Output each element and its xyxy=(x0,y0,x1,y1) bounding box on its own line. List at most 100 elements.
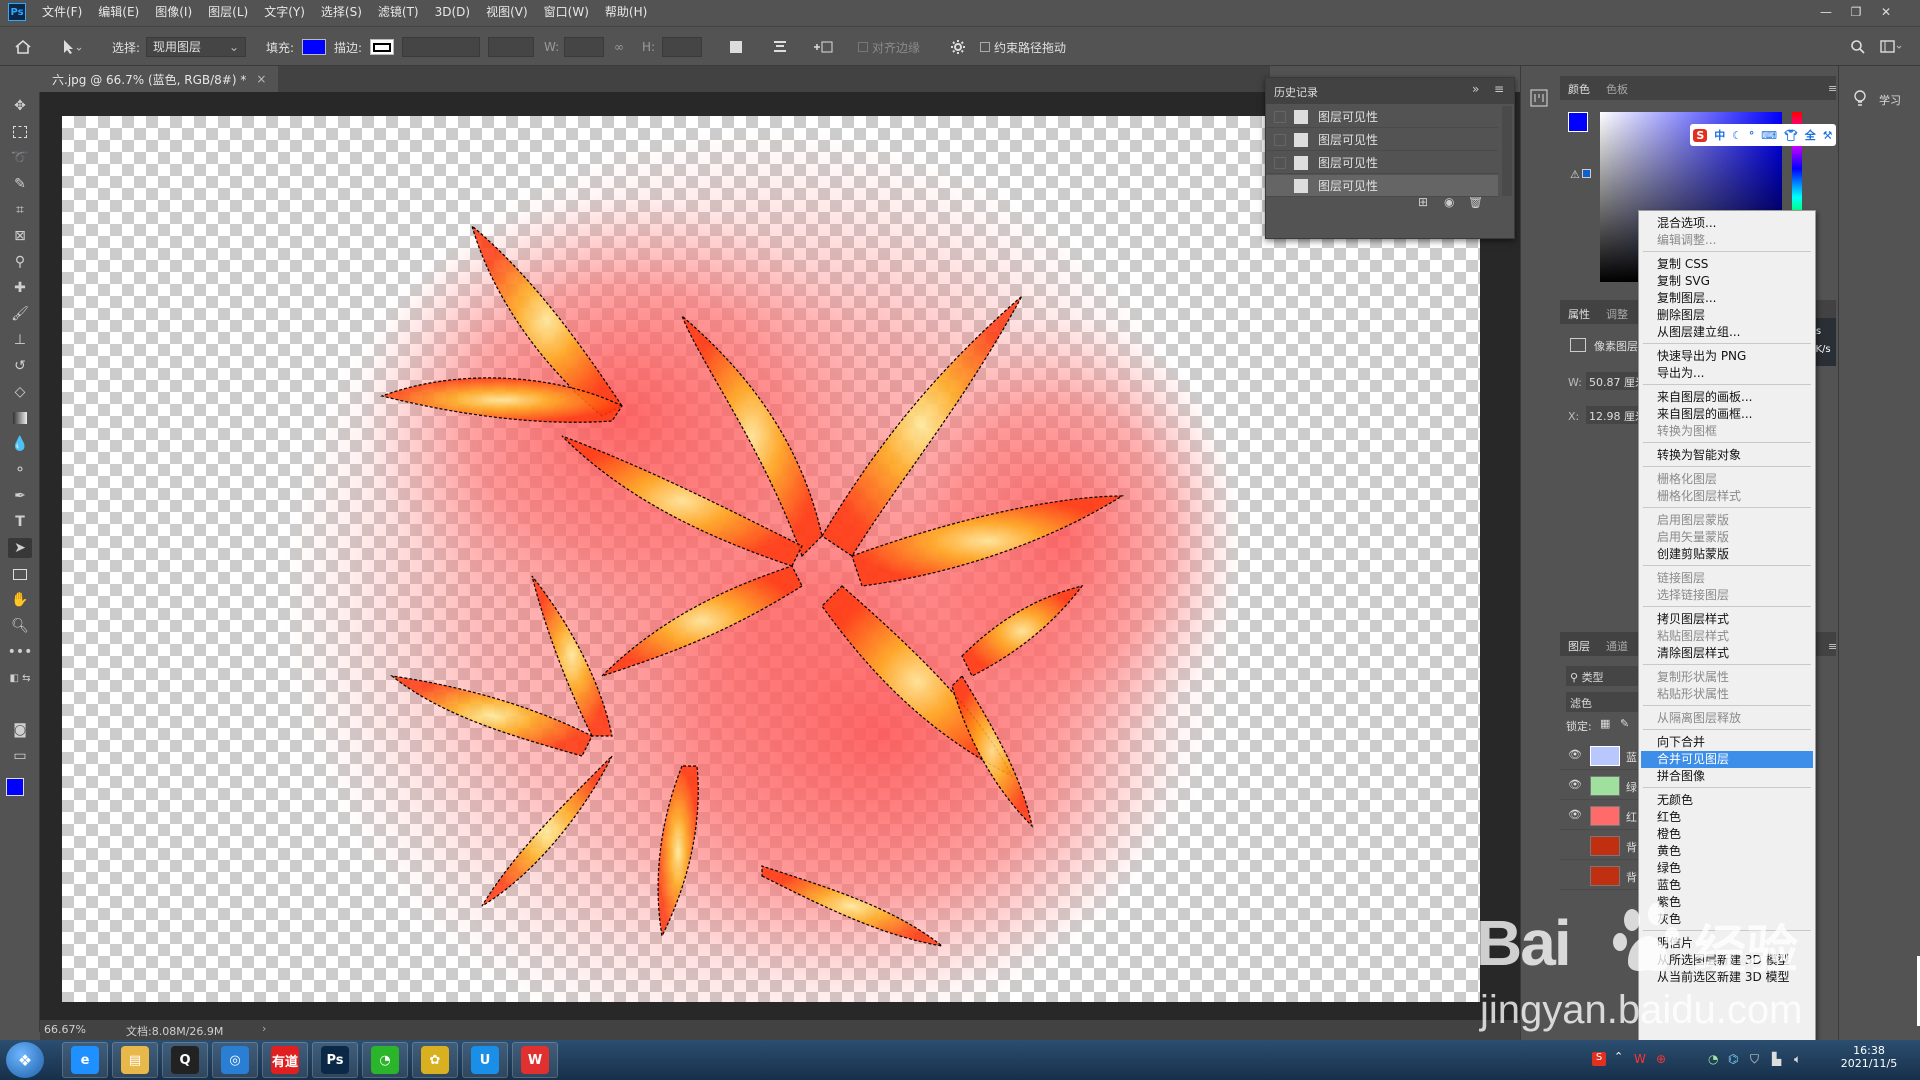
taskbar-app-sunflower[interactable]: ✿ xyxy=(412,1042,458,1078)
zoom-tool-icon[interactable]: 🔍︎ xyxy=(8,616,32,636)
taskbar-app-wechat[interactable]: ◔ xyxy=(362,1042,408,1078)
context-menu-item[interactable]: 复制 CSS xyxy=(1641,256,1813,273)
context-menu-item[interactable]: 紫色 xyxy=(1641,894,1813,911)
menu-item[interactable]: 选择(S) xyxy=(313,0,370,24)
brush-tool-icon[interactable]: 🖌 xyxy=(8,304,32,324)
history-source-box[interactable] xyxy=(1274,179,1286,192)
gamut-warning-icon[interactable]: ⚠ xyxy=(1570,168,1591,181)
moon-icon[interactable]: ☾ xyxy=(1732,129,1742,142)
history-state-row[interactable]: 图层可见性 xyxy=(1266,152,1498,174)
clock[interactable]: 16:38 2021/11/5 xyxy=(1840,1044,1898,1070)
fill-color-swatch[interactable] xyxy=(302,39,326,55)
zoom-level[interactable]: 66.67% xyxy=(44,1023,86,1036)
context-menu-item[interactable]: 创建剪贴蒙版 xyxy=(1641,546,1813,563)
start-button-icon[interactable]: ❖ xyxy=(6,1042,44,1078)
path-operations-icon[interactable] xyxy=(730,27,742,67)
taskbar-app-wps[interactable]: W xyxy=(512,1042,558,1078)
path-arrangement-icon[interactable] xyxy=(812,27,834,67)
tab-swatches[interactable]: 色板 xyxy=(1606,81,1628,97)
lock-brush-icon[interactable]: ✎ xyxy=(1620,717,1629,730)
stroke-color-swatch[interactable] xyxy=(370,39,394,55)
search-icon[interactable] xyxy=(1850,27,1866,67)
context-menu-item[interactable]: 复制图层... xyxy=(1641,290,1813,307)
layer-row[interactable]: 👁︎ 背 xyxy=(1560,862,1644,890)
menu-item[interactable]: 图像(I) xyxy=(147,0,200,24)
panel-menu-icon[interactable]: ≡ xyxy=(1494,82,1504,96)
wrench-icon[interactable]: ⚒ xyxy=(1823,129,1833,142)
close-tab-icon[interactable]: × xyxy=(256,72,266,86)
tab-color[interactable]: 颜色 xyxy=(1568,81,1590,97)
move-tool-icon[interactable]: ✥ xyxy=(8,96,32,116)
menu-item[interactable]: 滤镜(T) xyxy=(370,0,427,24)
context-menu-item[interactable]: 从图层建立组... xyxy=(1641,324,1813,341)
eyedropper-tool-icon[interactable]: ⚲ xyxy=(8,252,32,272)
context-menu-item[interactable]: 来自图层的画框... xyxy=(1641,406,1813,423)
trash-icon[interactable]: 🗑︎ xyxy=(1468,195,1483,209)
gradient-tool-icon[interactable] xyxy=(8,408,32,428)
taskbar-app-youdao[interactable]: 有道 xyxy=(262,1042,308,1078)
context-menu-item[interactable]: 从所选图层新建 3D 模型 xyxy=(1641,952,1813,969)
history-state-row[interactable]: 图层可见性 xyxy=(1266,129,1498,151)
link-icon[interactable]: ∞ xyxy=(614,27,624,67)
context-menu-item[interactable]: 向下合并 xyxy=(1641,734,1813,751)
context-menu-item[interactable]: 导出为... xyxy=(1641,365,1813,382)
context-menu-item[interactable]: 橙色 xyxy=(1641,826,1813,843)
prop-x-input[interactable]: 12.98 厘米 xyxy=(1586,406,1646,424)
default-colors-icon[interactable]: ◧ ⇆ xyxy=(8,668,32,688)
screen-mode-icon[interactable]: ▭ xyxy=(8,746,32,766)
home-icon[interactable] xyxy=(14,27,32,67)
taskbar-app-ie[interactable]: e xyxy=(62,1042,108,1078)
prop-w-input[interactable]: 50.87 厘米 xyxy=(1586,372,1646,390)
context-menu-item[interactable]: 拼合图像 xyxy=(1641,768,1813,785)
context-menu-item[interactable]: 快速导出为 PNG xyxy=(1641,348,1813,365)
status-expand-icon[interactable]: › xyxy=(262,1022,266,1035)
align-edges-checkbox[interactable]: 对齐边缘 xyxy=(858,27,920,67)
healing-brush-tool-icon[interactable]: ✚ xyxy=(8,278,32,298)
color-fg-swatch[interactable] xyxy=(1568,112,1588,132)
path-selection-tool-active-icon[interactable]: ➤ xyxy=(8,538,32,558)
history-state-row[interactable]: 图层可见性 xyxy=(1266,106,1498,128)
close-icon[interactable]: ✕ xyxy=(1872,0,1900,24)
taskbar-app-explorer[interactable]: ▤ xyxy=(112,1042,158,1078)
tray-shield-icon[interactable]: ⛉ xyxy=(1750,1052,1759,1067)
menu-item[interactable]: 窗口(W) xyxy=(536,0,597,24)
new-document-from-state-icon[interactable]: ⊞ xyxy=(1418,195,1428,209)
gear-icon[interactable] xyxy=(950,27,966,67)
path-selection-tool-icon[interactable] xyxy=(60,27,82,67)
context-menu-item[interactable]: 混合选项... xyxy=(1641,215,1813,232)
eraser-tool-icon[interactable]: ◇ xyxy=(8,382,32,402)
context-menu-item[interactable]: 拷贝图层样式 xyxy=(1641,611,1813,628)
menu-item[interactable]: 图层(L) xyxy=(200,0,256,24)
taskbar-app-uu[interactable]: U xyxy=(462,1042,508,1078)
context-menu-item[interactable]: 绿色 xyxy=(1641,860,1813,877)
menu-item[interactable]: 3D(D) xyxy=(427,0,478,24)
taskbar-app-browser[interactable]: ◎ xyxy=(212,1042,258,1078)
context-menu-item[interactable]: 无颜色 xyxy=(1641,792,1813,809)
layer-row[interactable]: 👁︎ 蓝 xyxy=(1560,742,1644,770)
history-scrollbar[interactable] xyxy=(1502,106,1512,196)
layer-row[interactable]: 👁︎ 背 xyxy=(1560,832,1644,860)
context-menu-item[interactable]: 清除图层样式 xyxy=(1641,645,1813,662)
punctuation-icon[interactable]: ° xyxy=(1749,129,1755,142)
tab-layers[interactable]: 图层 xyxy=(1568,638,1590,654)
eye-icon[interactable]: 👁︎ xyxy=(1568,778,1582,791)
more-tools-icon[interactable]: ••• xyxy=(8,642,33,662)
learn-label[interactable]: 学习 xyxy=(1879,92,1901,108)
workspace-icon[interactable] xyxy=(1880,27,1902,67)
taskbar-app-photoshop[interactable]: Ps xyxy=(312,1042,358,1078)
context-menu-item[interactable]: 转换为智能对象 xyxy=(1641,447,1813,464)
layer-row[interactable]: 👁︎ 红 xyxy=(1560,802,1644,830)
context-menu-item[interactable]: 来自图层的画板... xyxy=(1641,389,1813,406)
context-menu-item[interactable]: 明信片 xyxy=(1641,935,1813,952)
clone-stamp-tool-icon[interactable]: ⊥ xyxy=(8,330,32,350)
tab-channels[interactable]: 通道 xyxy=(1606,638,1628,654)
eye-icon[interactable]: 👁︎ xyxy=(1568,808,1582,821)
width-input[interactable] xyxy=(564,37,604,57)
dodge-tool-icon[interactable]: ⚬ xyxy=(8,460,32,480)
menu-item[interactable]: 帮助(H) xyxy=(597,0,655,24)
document-tab[interactable]: 六.jpg @ 66.7% (蓝色, RGB/8#) * × xyxy=(40,66,279,92)
eye-icon[interactable]: 👁︎ xyxy=(1568,748,1582,761)
eye-icon[interactable]: 👁︎ xyxy=(1568,868,1582,881)
history-source-box[interactable] xyxy=(1274,110,1286,123)
layers-panel-menu-icon[interactable]: ≡ xyxy=(1828,640,1837,653)
